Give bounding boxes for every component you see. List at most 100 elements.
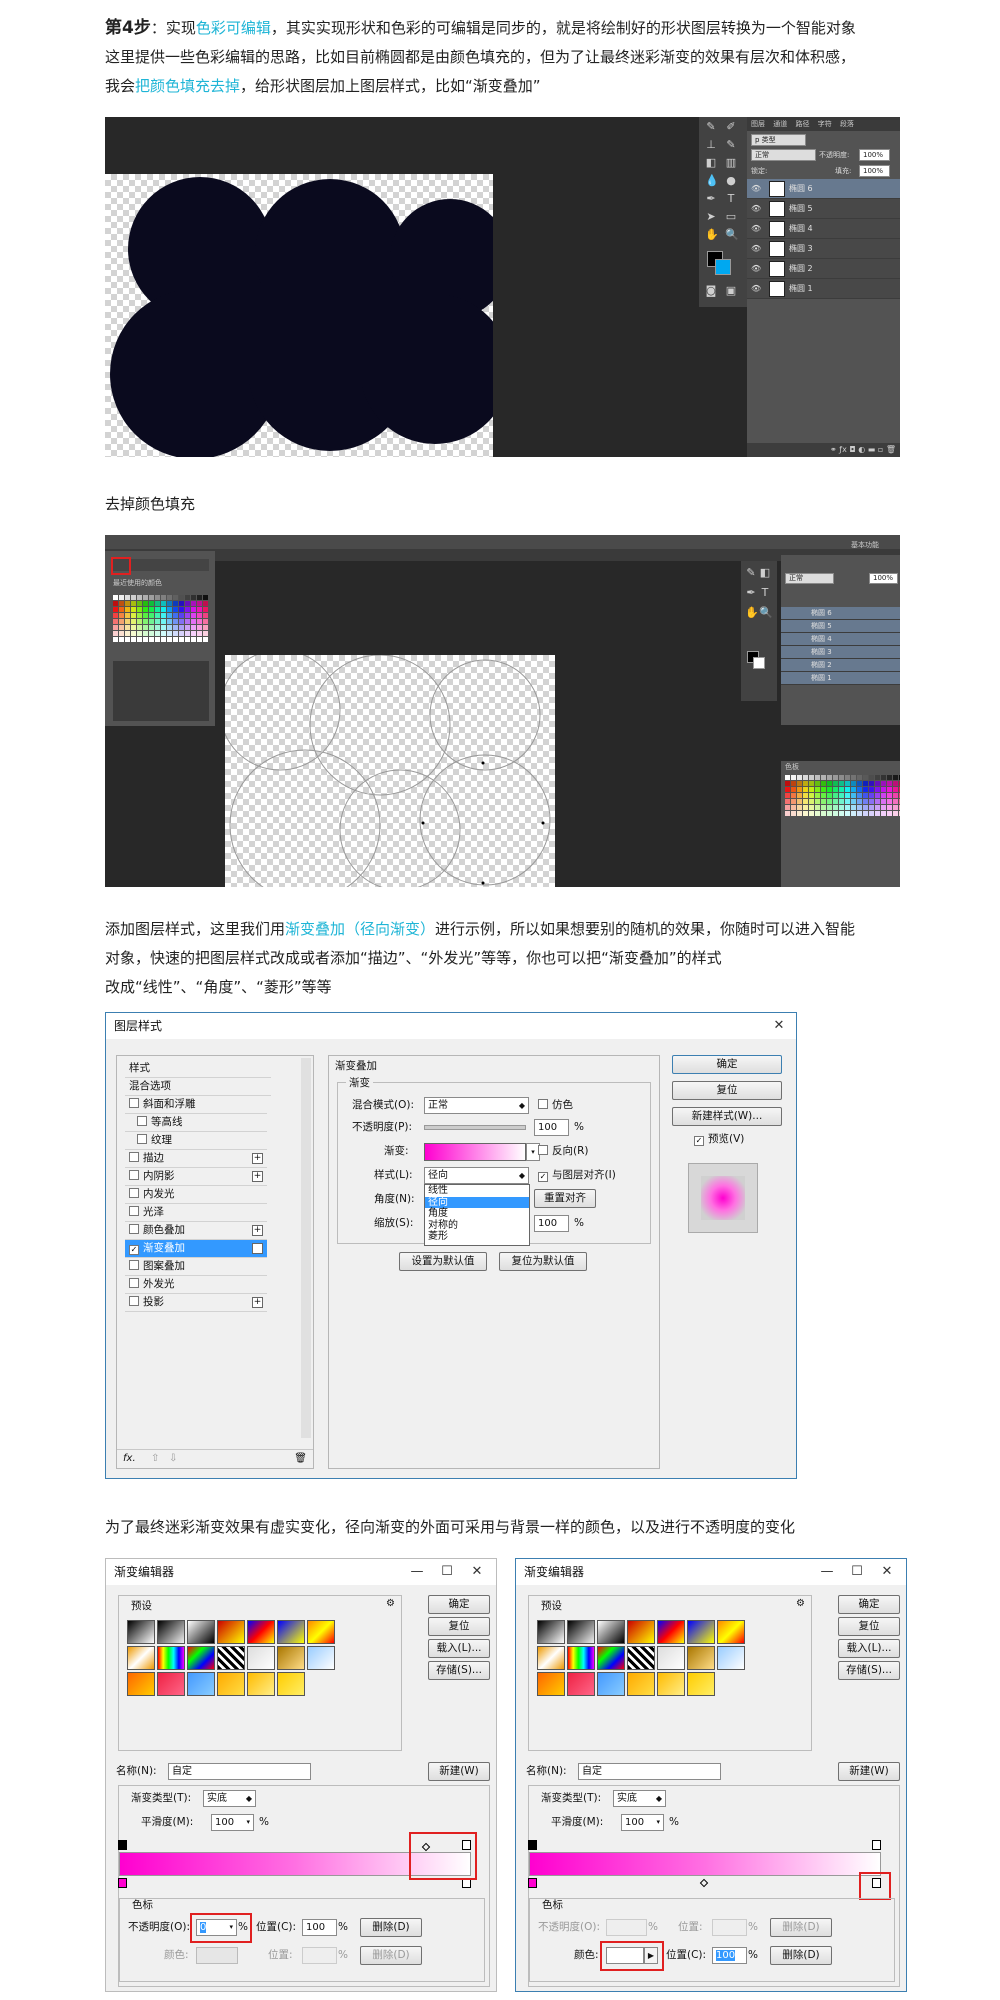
trash-icon[interactable]: 🗑 [294,1450,307,1468]
background-color[interactable] [715,259,731,275]
swatches-tab[interactable]: 色板 [785,759,799,775]
gradient-type-select[interactable]: 实底 ◆ [613,1790,666,1807]
zoom-icon[interactable]: 🔍 [725,229,739,241]
reset-default-button[interactable]: 复位为默认值 [499,1252,587,1271]
preset-grid[interactable] [127,1620,335,1696]
delete-stop-button[interactable]: 删除(D) [770,1918,832,1937]
load-button[interactable]: 载入(L)... [838,1639,900,1658]
style-checkbox[interactable] [129,1296,139,1306]
new-layer-icon[interactable]: ▫ [878,445,883,454]
blur-icon[interactable]: 💧 [705,175,719,187]
dither-checkbox[interactable]: 仿色 [534,1097,573,1113]
style-select[interactable]: 径向 ◆ [424,1167,529,1184]
layer-row[interactable]: 椭圆 3 [781,646,900,659]
layer-row[interactable]: 👁 椭圆 2 [747,259,900,279]
fx-icon[interactable]: ƒx [839,445,847,454]
preset-grid[interactable] [537,1620,745,1696]
eraser-icon[interactable]: ◧ [705,157,717,169]
stamp-icon[interactable]: ⊥ [705,139,717,151]
style-item[interactable]: 等高线 [125,1114,267,1132]
layer-row[interactable]: 椭圆 5 [781,620,900,633]
reverse-checkbox[interactable]: 反向(R) [534,1143,589,1159]
style-checkbox[interactable] [129,1188,139,1198]
stop-color-swatch[interactable] [196,1947,238,1964]
style-checkbox[interactable] [129,1260,139,1270]
eye-icon[interactable]: 👁 [751,259,761,278]
background-color[interactable] [753,657,765,669]
trash-icon[interactable]: 🗑 [886,445,896,454]
style-option[interactable]: 线性 [425,1185,529,1197]
reset-button[interactable]: 复位 [428,1617,490,1636]
ok-button[interactable]: 确定 [838,1595,900,1614]
style-option[interactable]: 角度 [425,1208,529,1220]
color-stop-left[interactable] [118,1878,127,1888]
shape-icon[interactable]: ▭ [725,211,737,223]
style-checkbox[interactable] [129,1278,139,1288]
style-item[interactable]: 纹理 [125,1132,267,1150]
add-style-icon[interactable]: + [252,1243,263,1254]
layer-row[interactable]: 👁 椭圆 4 [747,219,900,239]
add-style-icon[interactable]: + [252,1297,263,1308]
style-option[interactable]: 对称的 [425,1220,529,1232]
brush-icon[interactable]: ✎ [745,567,757,579]
styles-scrollbar[interactable] [301,1058,311,1438]
gradient-swatch[interactable] [424,1143,526,1161]
style-item[interactable]: 图案叠加 [125,1258,267,1276]
style-checkbox[interactable] [129,1098,139,1108]
name-input[interactable]: 自定 [168,1763,311,1780]
style-option[interactable]: 菱形 [425,1231,529,1243]
layer-row[interactable]: 椭圆 4 [781,633,900,646]
eye-icon[interactable]: 👁 [751,199,761,218]
style-checkbox[interactable] [129,1170,139,1180]
new-style-button[interactable]: 新建样式(W)... [672,1107,782,1126]
eye-icon[interactable]: 👁 [751,219,761,238]
mask-icon[interactable]: ◘ [849,445,855,454]
style-item[interactable]: 描边 + [125,1150,267,1168]
smoothness-input[interactable]: 100 ▾ [621,1814,664,1831]
path-select-icon[interactable]: ➤ [705,211,717,223]
stop-location-input-2[interactable] [302,1947,337,1964]
name-input[interactable]: 自定 [578,1763,721,1780]
style-item[interactable]: 投影 + [125,1294,267,1312]
scale-input[interactable]: 100 [534,1215,569,1232]
gradient-type-select[interactable]: 实底 ◆ [203,1790,256,1807]
maximize-icon[interactable]: ☐ [434,1559,460,1585]
align-with-layer-checkbox[interactable]: ✓ 与图层对齐(I) [534,1167,616,1183]
style-item[interactable]: 斜面和浮雕 [125,1096,267,1114]
gradient-tool-icon[interactable]: ▥ [725,157,737,169]
gear-icon[interactable]: ⚙ [386,1598,395,1609]
smoothness-input[interactable]: 100 ▾ [211,1814,254,1831]
blend-mode-select[interactable]: 正常 [785,573,834,584]
style-item[interactable]: 内发光 [125,1186,267,1204]
maximize-icon[interactable]: ☐ [844,1559,870,1585]
tab-layers[interactable]: 图层 [751,120,765,128]
stop-location-input[interactable] [712,1919,747,1936]
history-brush-icon[interactable]: ✎ [725,139,737,151]
type-icon[interactable]: T [725,193,737,205]
delete-stop-button-2[interactable]: 删除(D) [360,1946,422,1965]
opacity-stop-right[interactable] [872,1840,881,1850]
close-icon[interactable]: ✕ [874,1559,900,1585]
eye-icon[interactable]: 👁 [751,179,761,198]
stop-location-input[interactable]: 100 [302,1919,337,1936]
minimize-icon[interactable]: — [814,1559,840,1585]
ok-button[interactable]: 确定 [428,1595,490,1614]
hand-icon[interactable]: ✋ [745,607,759,619]
adjust-icon[interactable]: ◐ [858,445,865,454]
add-style-icon[interactable]: + [252,1171,263,1182]
tab-paragraph[interactable]: 段落 [840,120,854,128]
tab-channels[interactable]: 通道 [773,120,787,128]
reset-button[interactable]: 复位 [672,1081,782,1100]
opacity-input[interactable]: 100% [869,573,898,584]
preview-checkbox[interactable]: ✓ 预览(V) [690,1131,744,1147]
pen-icon[interactable]: ✒ [745,587,757,599]
midpoint-diamond[interactable] [699,1878,709,1888]
opacity-input[interactable]: 100% [859,149,890,161]
opacity-input[interactable]: 100 [534,1119,569,1136]
ok-button[interactable]: 确定 [672,1055,782,1074]
eye-icon[interactable]: 👁 [751,279,761,298]
style-item[interactable]: 混合选项 [125,1078,271,1096]
style-checkbox[interactable]: ✓ [129,1245,139,1255]
opacity-stop-left[interactable] [528,1840,537,1850]
layer-kind-filter[interactable]: p 类型 [751,134,806,146]
